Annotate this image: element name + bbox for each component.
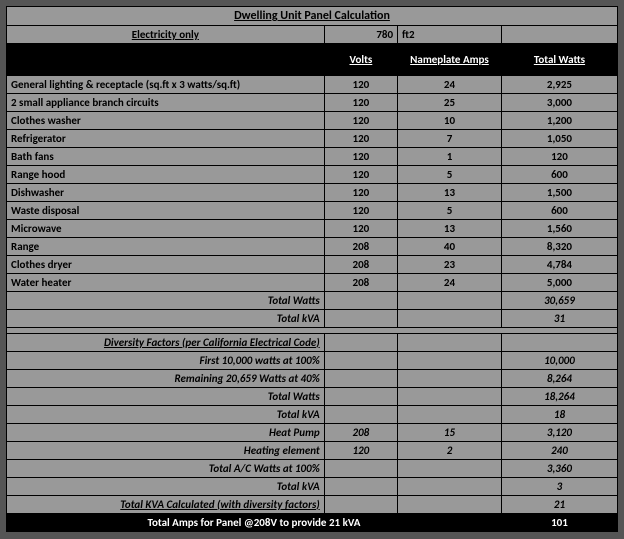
row-amps: 25	[398, 94, 502, 112]
row-watts: 1,500	[501, 184, 617, 202]
row-label: Water heater	[7, 274, 325, 292]
heatpump-label: Heat Pump	[7, 424, 325, 442]
div-r4-value: 18	[501, 406, 617, 424]
row-watts: 1,050	[501, 130, 617, 148]
header-blank	[7, 44, 325, 76]
row-amps: 5	[398, 166, 502, 184]
row-label: Clothes dryer	[7, 256, 325, 274]
row-volts: 120	[324, 76, 397, 94]
row-watts: 2,925	[501, 76, 617, 94]
sqft-unit: ft2	[398, 26, 502, 44]
row-watts: 3,000	[501, 94, 617, 112]
row-volts: 120	[324, 148, 397, 166]
title: Dwelling Unit Panel Calculation	[7, 7, 618, 26]
row-volts: 208	[324, 274, 397, 292]
row-watts: 8,320	[501, 238, 617, 256]
header-watts: Total Watts	[501, 44, 617, 76]
table-row: Waste disposal1205600	[7, 202, 618, 220]
row-amps: 13	[398, 184, 502, 202]
row-volts: 120	[324, 94, 397, 112]
row-label: Dishwasher	[7, 184, 325, 202]
row-amps: 7	[398, 130, 502, 148]
heating-label: Heating element	[7, 442, 325, 460]
row-label: Range hood	[7, 166, 325, 184]
row-label: Waste disposal	[7, 202, 325, 220]
ac-value: 3,360	[501, 460, 617, 478]
row-watts: 4,784	[501, 256, 617, 274]
row-volts: 208	[324, 238, 397, 256]
row-label: Refrigerator	[7, 130, 325, 148]
table-row: Microwave120131,560	[7, 220, 618, 238]
row-amps: 24	[398, 76, 502, 94]
table-row: Range208408,320	[7, 238, 618, 256]
row-watts: 600	[501, 202, 617, 220]
row-amps: 5	[398, 202, 502, 220]
total-watts-value: 30,659	[501, 292, 617, 310]
row-watts: 5,000	[501, 274, 617, 292]
subtitle: Electricity only	[7, 26, 325, 44]
blank-cell	[501, 26, 617, 44]
div-r3-value: 18,264	[501, 388, 617, 406]
final-label: Total Amps for Panel @208V to provide 21…	[7, 514, 502, 532]
row-label: Range	[7, 238, 325, 256]
header-volts: Volts	[324, 44, 397, 76]
total-watts-label: Total Watts	[7, 292, 325, 310]
row-amps: 10	[398, 112, 502, 130]
table-row: Clothes washer120101,200	[7, 112, 618, 130]
row-volts: 120	[324, 166, 397, 184]
row-volts: 120	[324, 184, 397, 202]
row-volts: 120	[324, 220, 397, 238]
div-r2-label: Remaining 20,659 Watts at 40%	[7, 370, 325, 388]
total-kva-value: 31	[501, 310, 617, 328]
final-value: 101	[501, 514, 617, 532]
ac-kva-value: 3	[501, 478, 617, 496]
row-watts: 1,560	[501, 220, 617, 238]
row-label: General lighting & receptacle (sq.ft x 3…	[7, 76, 325, 94]
row-watts: 600	[501, 166, 617, 184]
row-amps: 24	[398, 274, 502, 292]
row-amps: 13	[398, 220, 502, 238]
row-label: Microwave	[7, 220, 325, 238]
row-amps: 23	[398, 256, 502, 274]
div-r1-label: First 10,000 watts at 100%	[7, 352, 325, 370]
table-row: Dishwasher120131,500	[7, 184, 618, 202]
calc-total-label: Total KVA Calculated (with diversity fac…	[7, 496, 325, 514]
diversity-header: Diversity Factors (per California Electr…	[7, 334, 325, 352]
row-volts: 120	[324, 112, 397, 130]
table-row: Clothes dryer208234,784	[7, 256, 618, 274]
table-row: General lighting & receptacle (sq.ft x 3…	[7, 76, 618, 94]
heating-watts: 240	[501, 442, 617, 460]
calc-total-value: 21	[501, 496, 617, 514]
heating-volts: 120	[324, 442, 397, 460]
header-amps: Nameplate Amps	[398, 44, 502, 76]
row-watts: 120	[501, 148, 617, 166]
div-r3-label: Total Watts	[7, 388, 325, 406]
row-amps: 1	[398, 148, 502, 166]
row-label: Clothes washer	[7, 112, 325, 130]
row-volts: 120	[324, 202, 397, 220]
total-kva-label: Total kVA	[7, 310, 325, 328]
ac-label: Total A/C Watts at 100%	[7, 460, 325, 478]
row-volts: 208	[324, 256, 397, 274]
heatpump-amps: 15	[398, 424, 502, 442]
heating-amps: 2	[398, 442, 502, 460]
table-row: Bath fans1201120	[7, 148, 618, 166]
div-r1-value: 10,000	[501, 352, 617, 370]
row-volts: 120	[324, 130, 397, 148]
table-row: Range hood1205600	[7, 166, 618, 184]
table-row: Refrigerator12071,050	[7, 130, 618, 148]
row-label: 2 small appliance branch circuits	[7, 94, 325, 112]
row-label: Bath fans	[7, 148, 325, 166]
div-r4-label: Total kVA	[7, 406, 325, 424]
table-row: 2 small appliance branch circuits120253,…	[7, 94, 618, 112]
ac-kva-label: Total kVA	[7, 478, 325, 496]
heatpump-volts: 208	[324, 424, 397, 442]
panel-calc-table: Dwelling Unit Panel Calculation Electric…	[6, 6, 618, 532]
row-amps: 40	[398, 238, 502, 256]
div-r2-value: 8,264	[501, 370, 617, 388]
heatpump-watts: 3,120	[501, 424, 617, 442]
table-row: Water heater208245,000	[7, 274, 618, 292]
sqft-value: 780	[324, 26, 397, 44]
row-watts: 1,200	[501, 112, 617, 130]
